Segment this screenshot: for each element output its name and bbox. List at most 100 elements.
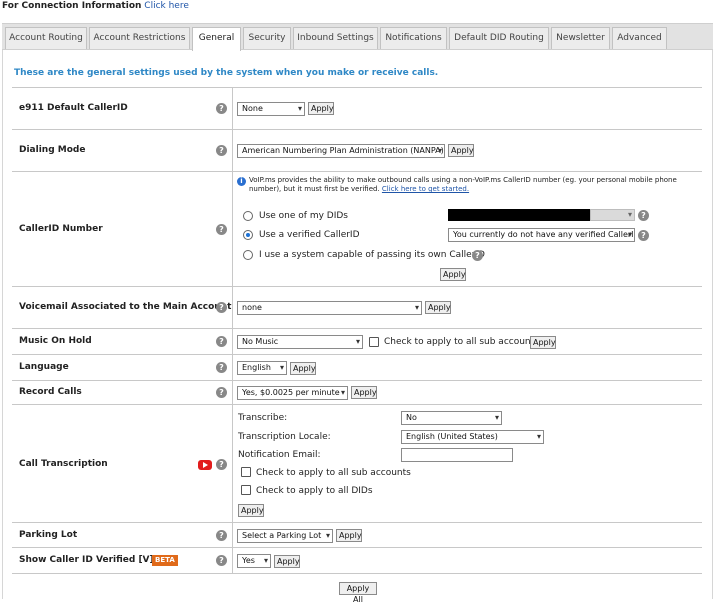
tab-security[interactable]: Security [243, 27, 291, 49]
radio-own-callerid[interactable] [243, 250, 253, 260]
help-icon[interactable]: ? [216, 555, 227, 566]
e911-select[interactable]: None ▾ [237, 102, 305, 116]
help-icon[interactable]: ? [216, 103, 227, 114]
music-on-hold-select[interactable]: No Music ▾ [237, 335, 363, 349]
tab-inbound-settings[interactable]: Inbound Settings [293, 27, 378, 49]
tab-account-routing[interactable]: Account Routing [5, 27, 87, 49]
tab-general[interactable]: General [192, 27, 241, 51]
dialing-mode-apply-button[interactable]: Apply [448, 144, 474, 157]
help-icon[interactable]: ? [216, 387, 227, 398]
opt-own-callerid-label: I use a system capable of passing its ow… [259, 250, 485, 260]
help-icon[interactable]: ? [638, 230, 649, 241]
language-select[interactable]: English ▾ [237, 361, 287, 375]
radio-use-my-dids[interactable] [243, 211, 253, 221]
row-language: Language ? English ▾ Apply [12, 354, 702, 380]
dialing-mode-label: Dialing Mode [19, 145, 86, 155]
tab-notifications[interactable]: Notifications [380, 27, 447, 49]
moh-apply-all-checkbox[interactable] [369, 337, 379, 347]
parking-lot-apply-button[interactable]: Apply [336, 529, 362, 542]
opt-verified-callerid-label: Use a verified CallerID [259, 230, 360, 240]
tab-advanced[interactable]: Advanced [612, 27, 667, 49]
language-apply-button[interactable]: Apply [290, 362, 316, 375]
chevron-down-icon: ▾ [627, 230, 632, 239]
help-icon[interactable]: ? [216, 224, 227, 235]
callerid-info-text: VoIP.ms provides the ability to make out… [249, 176, 677, 193]
row-e911: e911 Default CallerID ? None ▾ Apply [12, 87, 702, 129]
help-icon[interactable]: ? [638, 210, 649, 221]
notification-email-field[interactable] [401, 448, 513, 462]
row-parking-lot: Parking Lot ? Select a Parking Lot ▾ Appl… [12, 522, 702, 547]
callerid-apply-button[interactable]: Apply [440, 268, 466, 281]
info-icon: i [237, 177, 246, 186]
parking-lot-select[interactable]: Select a Parking Lot ▾ [237, 529, 333, 543]
tab-default-did-routing[interactable]: Default DID Routing [449, 27, 549, 49]
transcription-all-dids-checkbox[interactable] [241, 485, 251, 495]
youtube-icon[interactable] [198, 460, 212, 470]
e911-label: e911 Default CallerID [19, 103, 128, 113]
voicemail-select[interactable]: none ▾ [237, 301, 422, 315]
voicemail-label: Voicemail Associated to the Main Account [19, 302, 232, 312]
connection-info-link[interactable]: Click here [144, 1, 189, 11]
general-settings-intro: These are the general settings used by t… [14, 68, 439, 78]
row-callerid: CallerID Number ? i VoIP.ms provides the… [12, 171, 702, 286]
transcription-sub-accounts-label: Check to apply to all sub accounts [256, 468, 411, 478]
moh-apply-button[interactable]: Apply [530, 336, 556, 349]
transcription-locale-select[interactable]: English (United States) ▾ [401, 430, 544, 444]
record-calls-select[interactable]: Yes, $0.0025 per minute ▾ [237, 386, 348, 400]
tab-account-restrictions[interactable]: Account Restrictions [89, 27, 190, 49]
call-transcription-label: Call Transcription [19, 459, 108, 469]
transcribe-label: Transcribe: [238, 413, 288, 423]
transcription-all-dids-label: Check to apply to all DIDs [256, 486, 373, 496]
chevron-down-icon: ▾ [355, 337, 360, 346]
record-calls-label: Record Calls [19, 387, 82, 397]
chevron-down-icon: ▾ [325, 531, 330, 540]
verified-callerid-select[interactable]: You currently do not have any verified C… [448, 228, 635, 242]
help-icon[interactable]: ? [216, 362, 227, 373]
connection-info-line: For Connection Information Click here [2, 0, 189, 12]
row-music-on-hold: Music On Hold ? No Music ▾ Check to apply… [12, 328, 702, 354]
dialing-mode-select[interactable]: American Numbering Plan Administration (… [237, 144, 445, 158]
row-voicemail: Voicemail Associated to the Main Account… [12, 286, 702, 328]
beta-badge: BETA [152, 555, 178, 566]
transcription-locale-label: Transcription Locale: [238, 432, 331, 442]
opt-use-my-dids-label: Use one of my DIDs [259, 211, 348, 221]
did-select-redacted[interactable] [448, 209, 590, 221]
callerid-verified-apply-button[interactable]: Apply [274, 555, 300, 568]
chevron-down-icon: ▾ [536, 432, 541, 441]
help-icon[interactable]: ? [216, 459, 227, 470]
callerid-verified-select[interactable]: Yes ▾ [237, 554, 271, 568]
help-icon[interactable]: ? [216, 145, 227, 156]
help-icon[interactable]: ? [216, 336, 227, 347]
record-calls-apply-button[interactable]: Apply [351, 386, 377, 399]
transcribe-select[interactable]: No ▾ [401, 411, 502, 425]
radio-use-verified-callerid[interactable] [243, 230, 253, 240]
row-dialing-mode: Dialing Mode ? American Numbering Plan A… [12, 129, 702, 171]
help-icon[interactable]: ? [216, 302, 227, 313]
transcription-sub-accounts-checkbox[interactable] [241, 467, 251, 477]
row-record-calls: Record Calls ? Yes, $0.0025 per minute ▾ … [12, 380, 702, 404]
row-call-transcription: Call Transcription ? Transcribe: No ▾ Tra… [12, 404, 702, 522]
help-icon[interactable]: ? [472, 250, 483, 261]
callerid-verified-label: Show Caller ID Verified [V] [19, 555, 154, 565]
chevron-down-icon: ▾ [279, 363, 284, 372]
row-callerid-verified: Show Caller ID Verified [V] BETA ? Yes ▾ … [12, 547, 702, 574]
music-on-hold-label: Music On Hold [19, 336, 92, 346]
chevron-down-icon: ▾ [414, 303, 419, 312]
transcription-apply-button[interactable]: Apply [238, 504, 264, 517]
callerid-info-link[interactable]: Click here to get started. [382, 185, 469, 193]
chevron-down-icon: ▾ [263, 556, 268, 565]
voicemail-apply-button[interactable]: Apply [425, 301, 451, 314]
chevron-down-icon: ▾ [297, 104, 302, 113]
notification-email-label: Notification Email: [238, 450, 321, 460]
e911-apply-button[interactable]: Apply [308, 102, 334, 115]
settings-tabs: Account Routing Account Restrictions Gen… [2, 23, 713, 51]
apply-all-button[interactable]: Apply All [339, 582, 377, 604]
moh-apply-all-label: Check to apply to all sub accounts [384, 337, 539, 347]
did-select-dropdown[interactable]: ▾ [590, 209, 635, 221]
tab-newsletter[interactable]: Newsletter [551, 27, 610, 49]
parking-lot-label: Parking Lot [19, 530, 78, 540]
language-label: Language [19, 362, 69, 372]
chevron-down-icon: ▾ [340, 388, 345, 397]
chevron-down-icon: ▾ [494, 413, 499, 422]
help-icon[interactable]: ? [216, 530, 227, 541]
